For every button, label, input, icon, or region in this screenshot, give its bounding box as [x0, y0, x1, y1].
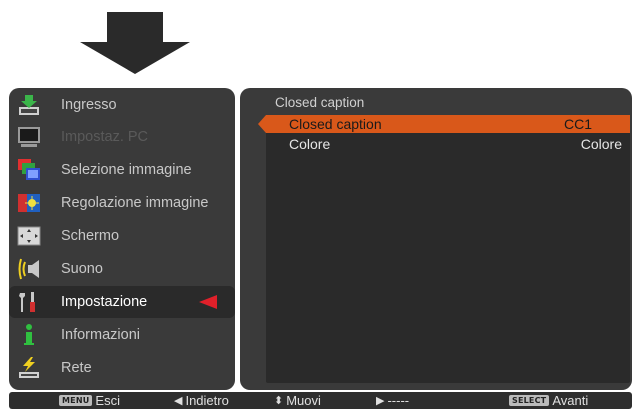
left-triangle-icon: ◀ — [174, 395, 183, 407]
submenu-row-value: Colore — [580, 136, 622, 152]
menu-item-label: Informazioni — [61, 327, 140, 343]
submenu-row-colore[interactable]: Colore Colore — [266, 135, 630, 153]
help-forward-label: Avanti — [552, 393, 589, 408]
screen-icon — [17, 224, 41, 248]
menu-item-selezione-immagine[interactable]: Selezione immagine — [9, 154, 235, 186]
menu-item-label: Schermo — [61, 228, 120, 244]
submenu-list: Closed caption CC1 Colore Colore — [258, 115, 630, 383]
menu-item-label: Regolazione immagine — [61, 195, 209, 211]
help-forward: SELECT Avanti — [509, 392, 588, 409]
up-down-arrows-icon: ⬍ — [274, 395, 284, 407]
help-exit: MENU Esci — [59, 392, 120, 409]
menu-item-label: Suono — [61, 261, 103, 277]
pc-monitor-icon — [17, 125, 41, 149]
help-exit-label: Esci — [95, 393, 120, 408]
menu-item-label: Rete — [61, 360, 92, 376]
settings-tools-icon — [17, 290, 41, 314]
help-bar: MENU Esci ◀ Indietro ⬍ Muovi ▶ ----- SEL… — [9, 392, 632, 409]
submenu-panel: Closed caption Closed caption CC1 Colore… — [240, 88, 632, 390]
submenu-row-value: CC1 — [564, 116, 593, 132]
menu-item-label: Selezione immagine — [61, 162, 192, 178]
menu-item-label: Ingresso — [61, 97, 117, 113]
down-arrow-icon — [80, 12, 190, 79]
help-move-label: Muovi — [286, 393, 321, 408]
menu-item-impostaz-pc: Impostaz. PC — [9, 121, 235, 153]
submenu-pointer-icon — [258, 115, 266, 136]
help-back: ◀ Indietro — [174, 392, 229, 409]
menu-item-label: Impostaz. PC — [61, 129, 149, 145]
menu-key-badge: MENU — [59, 395, 93, 406]
selection-pointer-icon — [199, 295, 217, 314]
sound-icon — [17, 257, 41, 281]
menu-item-informazioni[interactable]: Informazioni — [9, 319, 235, 351]
image-adjust-icon — [17, 191, 41, 215]
menu-item-label: Impostazione — [61, 294, 148, 310]
submenu-row-label: Closed caption — [289, 116, 382, 132]
menu-item-rete[interactable]: Rete — [9, 352, 235, 384]
menu-item-regolazione-immagine[interactable]: Regolazione immagine — [9, 187, 235, 219]
main-menu: Ingresso Impostaz. PC Selezione immagine — [9, 88, 235, 390]
menu-item-impostazione[interactable]: Impostazione — [9, 286, 235, 318]
right-triangle-icon: ▶ — [376, 395, 385, 407]
submenu-title: Closed caption — [275, 95, 365, 110]
menu-item-ingresso[interactable]: Ingresso — [9, 89, 235, 121]
image-select-icon — [17, 158, 41, 182]
select-key-badge: SELECT — [509, 395, 550, 406]
submenu-row-closed-caption[interactable]: Closed caption CC1 — [258, 115, 630, 133]
help-move: ⬍ Muovi — [274, 392, 321, 409]
help-back-label: Indietro — [185, 393, 229, 408]
submenu-row-label: Colore — [289, 136, 331, 152]
network-icon — [17, 356, 41, 380]
help-next-label: ----- — [387, 393, 410, 408]
info-icon — [17, 323, 41, 347]
help-next: ▶ ----- — [376, 392, 409, 409]
menu-item-schermo[interactable]: Schermo — [9, 220, 235, 252]
menu-item-suono[interactable]: Suono — [9, 253, 235, 285]
input-icon — [17, 93, 41, 117]
